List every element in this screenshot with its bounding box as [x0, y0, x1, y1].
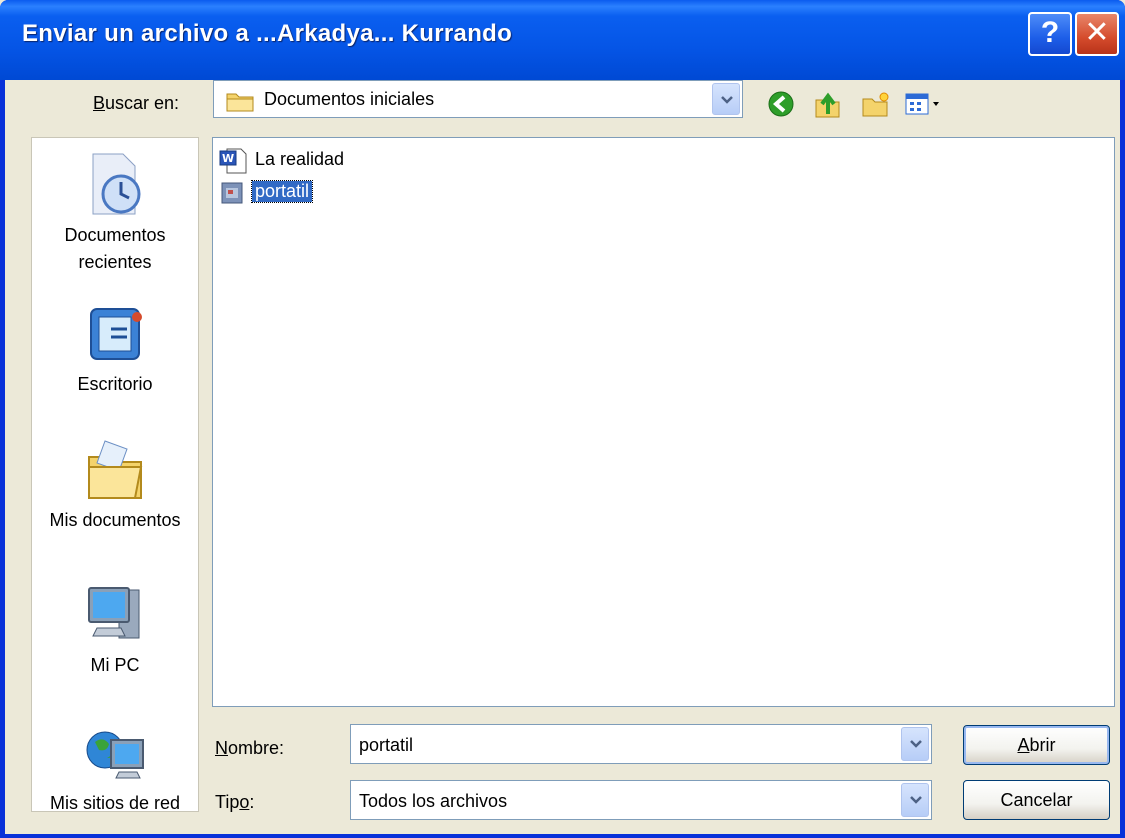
close-button[interactable]: ✕: [1075, 12, 1119, 56]
cancel-button[interactable]: Cancelar: [963, 780, 1110, 820]
filename-combo[interactable]: portatil: [350, 724, 932, 764]
up-folder-icon[interactable]: [813, 90, 843, 120]
my-documents-icon: [88, 440, 143, 499]
recent-documents-icon: [92, 153, 141, 215]
filetype-combo[interactable]: Todos los archivos: [350, 780, 932, 820]
title-bar[interactable]: Enviar un archivo a ...Arkadya... Kurran…: [0, 0, 1125, 80]
window-title: Enviar un archivo a ...Arkadya... Kurran…: [22, 20, 513, 47]
place-my-computer[interactable]: Mi PC: [32, 578, 198, 679]
my-computer-icon: [88, 587, 140, 639]
help-button[interactable]: ?: [1028, 12, 1072, 56]
dialog-window: Enviar un archivo a ...Arkadya... Kurran…: [0, 0, 1125, 838]
filetype-value: Todos los archivos: [359, 791, 508, 811]
file-icon: [221, 182, 243, 204]
place-label: Mis sitios de red: [49, 793, 181, 813]
file-name: portatil: [250, 180, 314, 203]
folder-icon: [226, 93, 254, 112]
chevron-down-icon: [721, 96, 733, 104]
open-button[interactable]: Abrir: [963, 725, 1110, 765]
chevron-down-icon: [910, 740, 922, 748]
lookin-dropdown-button[interactable]: [712, 83, 740, 115]
desktop-icon: [90, 308, 142, 360]
place-recent-documents[interactable]: Documentos recientes: [32, 150, 198, 276]
network-places-icon: [86, 731, 144, 779]
place-network[interactable]: Mis sitios de red: [32, 720, 198, 817]
file-name: La realidad: [255, 149, 345, 169]
place-label: recientes: [78, 252, 152, 272]
place-desktop[interactable]: Escritorio: [32, 303, 198, 398]
file-list[interactable]: W La realidad portatil: [212, 137, 1115, 707]
lookin-label: Buscar en:: [93, 93, 180, 113]
lookin-value: Documentos iniciales: [264, 89, 435, 109]
chevron-down-icon: [910, 796, 922, 804]
svg-text:W: W: [222, 152, 234, 165]
place-label: Documentos: [64, 225, 166, 245]
place-label: Escritorio: [77, 374, 153, 394]
filename-label: Nombre:: [215, 738, 285, 758]
view-menu-icon[interactable]: [905, 92, 945, 118]
place-label: Mis documentos: [49, 510, 181, 530]
filetype-dropdown-button[interactable]: [901, 783, 929, 817]
lookin-combo[interactable]: Documentos iniciales: [213, 80, 743, 118]
word-document-icon: W: [219, 148, 247, 174]
places-bar: Documentos recientes Escritorio Mis docu…: [31, 137, 199, 813]
back-icon[interactable]: [767, 90, 795, 118]
filetype-label: Tipo:: [215, 792, 255, 812]
place-my-documents[interactable]: Mis documentos: [32, 433, 198, 534]
filename-input[interactable]: portatil: [359, 735, 413, 756]
filename-dropdown-button[interactable]: [901, 727, 929, 761]
dialog-body: Buscar en: Documentos iniciales Document…: [5, 80, 1120, 834]
new-folder-icon[interactable]: [861, 90, 891, 120]
place-label: Mi PC: [90, 655, 140, 675]
